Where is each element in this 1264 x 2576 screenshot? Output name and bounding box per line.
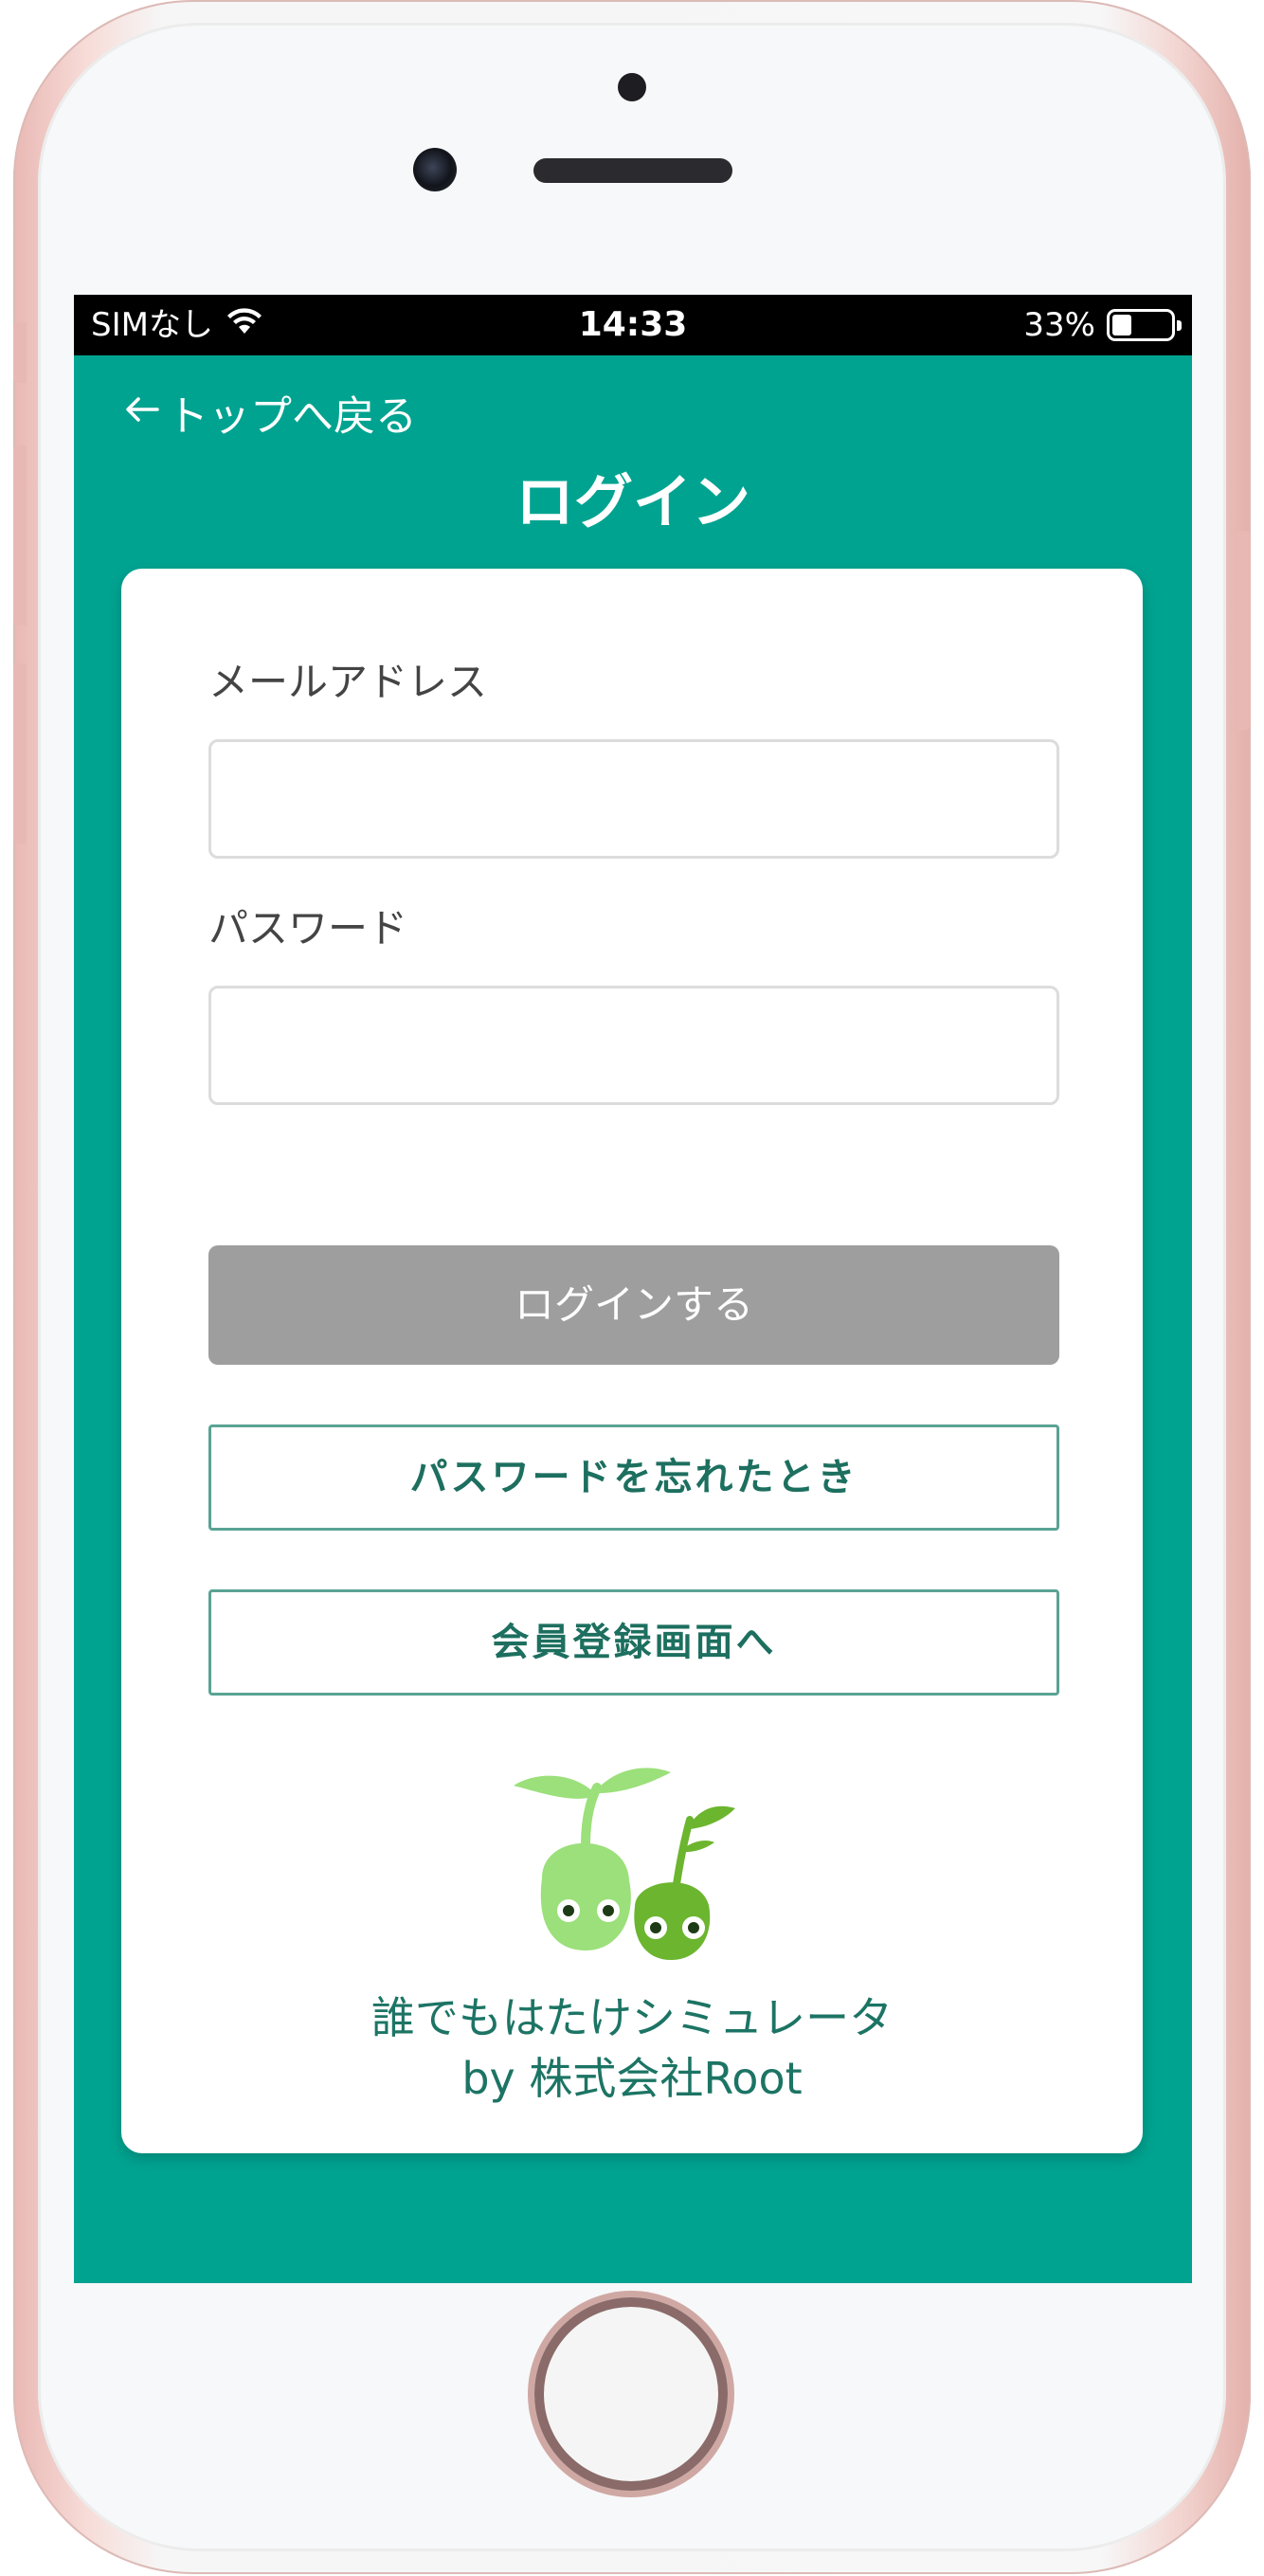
home-button[interactable] xyxy=(534,2297,728,2491)
sprout-mascot-logo xyxy=(514,1765,760,1973)
mute-switch xyxy=(13,322,27,383)
battery-percent: 33% xyxy=(1023,306,1095,344)
arrow-left-icon xyxy=(121,388,163,446)
battery-level xyxy=(1112,315,1131,336)
login-card: メールアドレス パスワード ログインする パスワードを忘れたとき 会員登録画面へ xyxy=(121,569,1143,2153)
email-field[interactable] xyxy=(208,739,1059,859)
battery-icon xyxy=(1107,309,1182,341)
battery-tip xyxy=(1177,320,1182,331)
power-button xyxy=(1237,531,1251,730)
email-label: メールアドレス xyxy=(208,659,488,705)
page-title: ログイン xyxy=(515,467,750,536)
battery-group: 33% xyxy=(1023,304,1182,346)
back-to-top-link[interactable]: トップへ戻る xyxy=(121,388,417,446)
password-label: パスワード xyxy=(208,905,408,952)
volume-down-button xyxy=(13,663,27,844)
login-button[interactable]: ログインする xyxy=(208,1245,1059,1365)
app-name: 誰でもはたけシミュレータ xyxy=(370,1992,894,2043)
proximity-sensor xyxy=(618,73,646,101)
company-name: by 株式会社Root xyxy=(461,2053,803,2104)
device-frame: SIMなし 14:33 33% トップへ戻る ログイン メールアドレス パスワー… xyxy=(0,0,1264,2576)
register-button[interactable]: 会員登録画面へ xyxy=(208,1589,1059,1696)
password-field[interactable] xyxy=(208,986,1059,1105)
volume-up-button xyxy=(13,445,27,626)
forgot-password-button[interactable]: パスワードを忘れたとき xyxy=(208,1424,1059,1531)
earpiece-speaker xyxy=(533,158,732,183)
status-bar: SIMなし 14:33 33% xyxy=(74,295,1192,355)
app-screen: SIMなし 14:33 33% トップへ戻る ログイン メールアドレス パスワー… xyxy=(74,295,1192,2283)
back-link-label: トップへ戻る xyxy=(167,392,417,441)
front-camera xyxy=(413,148,457,191)
